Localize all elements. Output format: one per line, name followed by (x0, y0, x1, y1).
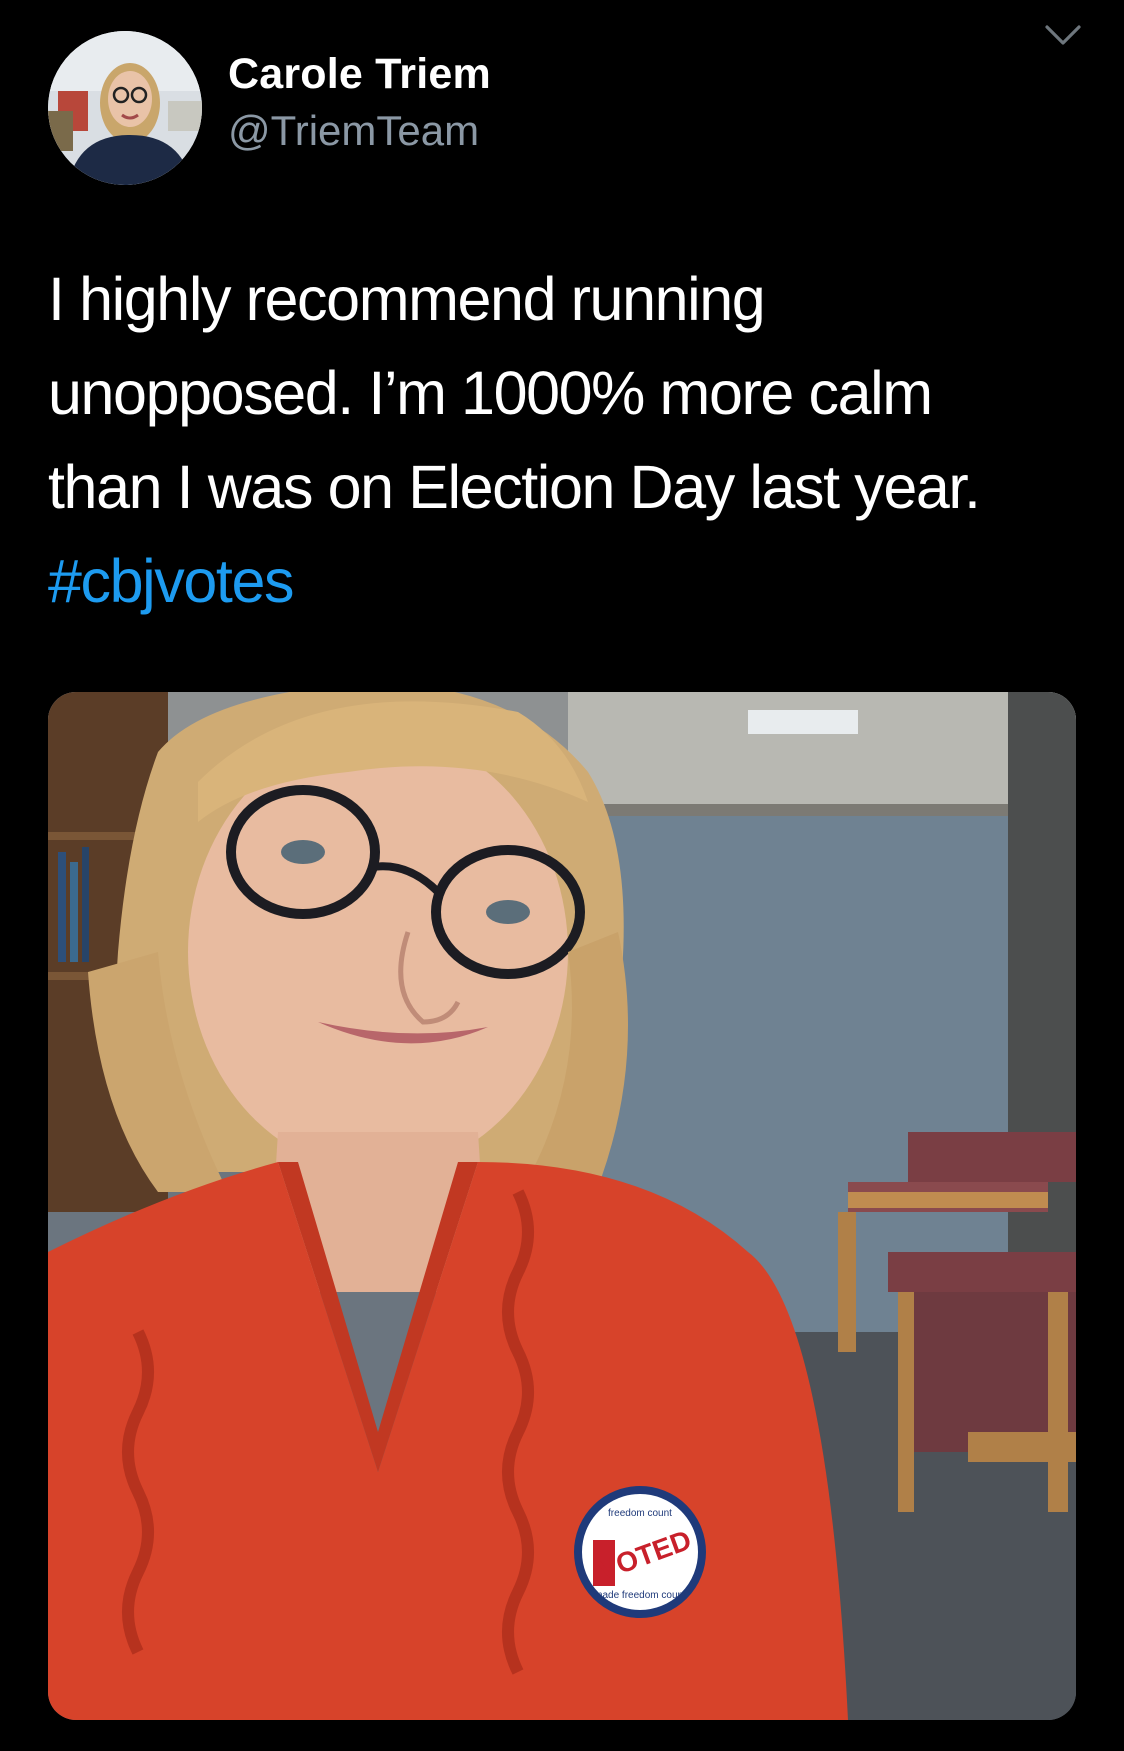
tweet-media-photo[interactable]: VOTED freedom count made freedom count (48, 692, 1076, 1720)
author-display-name[interactable]: Carole Triem (228, 50, 491, 99)
chevron-down-icon (1045, 25, 1081, 45)
sticker-bottom-text: made freedom count (594, 1590, 686, 1601)
author-handle[interactable]: @TriemTeam (228, 107, 479, 155)
profile-photo (48, 31, 202, 185)
hashtag-link[interactable]: #cbjvotes (48, 534, 295, 628)
tweet-menu-button[interactable] (1040, 12, 1086, 58)
i-voted-sticker: VOTED freedom count made freedom count (574, 1486, 706, 1618)
tweet-text-line: I highly recommend running (48, 265, 766, 333)
selfie-photo: VOTED freedom count made freedom count (48, 692, 1076, 1720)
avatar[interactable] (48, 31, 202, 185)
tweet-text-line: unopposed. I’m 1000% more calm (48, 359, 933, 427)
tweet-text: I highly recommend running unopposed. I’… (48, 252, 1078, 628)
tweet-text-line: than I was on Election Day last year. (48, 453, 981, 521)
tweet-card: Carole Triem @TriemTeam I highly recomme… (0, 0, 1124, 1751)
sticker-top-text: freedom count (608, 1508, 672, 1519)
